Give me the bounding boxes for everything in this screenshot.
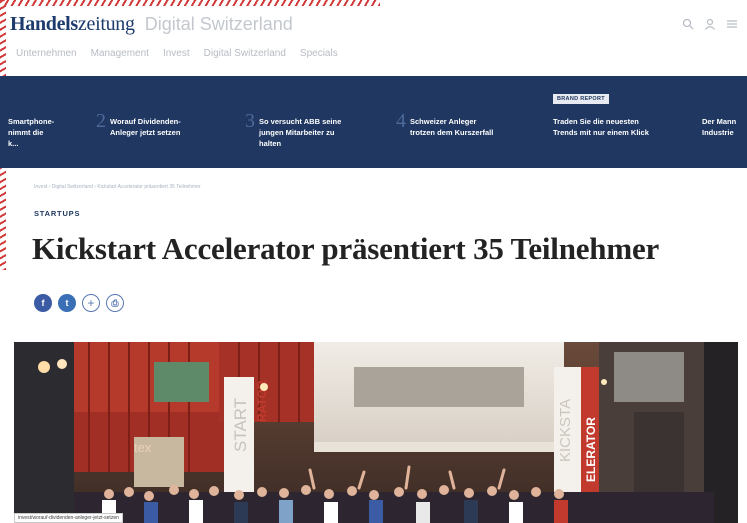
- banner-kicksta-text: KICKSTA: [557, 399, 574, 462]
- channel-title[interactable]: Digital Switzerland: [145, 14, 293, 35]
- container-tex-text: tex: [134, 440, 152, 455]
- print-button[interactable]: ⎙: [106, 294, 124, 312]
- print-icon: ⎙: [111, 297, 119, 308]
- brand-report-badge: BRAND REPORT: [553, 94, 609, 104]
- teaser-text: Der Mann Industrie: [702, 117, 737, 137]
- site-header: Handelszeitung Digital Switzerland: [10, 8, 745, 40]
- teaser-item[interactable]: 4 Schweizer Anleger trotzen dem Kurszerf…: [396, 110, 494, 138]
- header-icons: [681, 17, 745, 31]
- breadcrumb[interactable]: Invest › Digital Switzerland › Kickstart…: [34, 184, 201, 190]
- banner-start-text: START: [231, 398, 250, 452]
- more-share-button[interactable]: +: [82, 294, 100, 312]
- search-icon[interactable]: [681, 17, 695, 31]
- teaser-text: So versucht ABB seine jungen Mitarbeiter…: [259, 117, 342, 148]
- logo-bold: Handels: [10, 12, 78, 35]
- banner-elerator-text: ELERATOR: [584, 417, 598, 482]
- teaser-number: 4: [396, 110, 406, 132]
- main-nav: Unternehmen Management Invest Digital Sw…: [16, 48, 338, 59]
- teaser-bar: Smartphone- nimmt die k... 2 Worauf Divi…: [0, 76, 747, 168]
- hero-photo-illustration: START RATOR KICKSTA ELERATOR tex: [14, 342, 738, 523]
- teaser-number: 3: [245, 110, 255, 132]
- nav-item-specials[interactable]: Specials: [300, 48, 338, 59]
- menu-icon[interactable]: [725, 17, 739, 31]
- nav-item-management[interactable]: Management: [91, 48, 149, 59]
- teaser-item[interactable]: 3 So versucht ABB seine jungen Mitarbeit…: [245, 110, 342, 149]
- teaser-item[interactable]: Smartphone- nimmt die k...: [8, 116, 54, 149]
- teaser-text: Schweizer Anleger trotzen dem Kurszerfal…: [410, 117, 494, 137]
- status-bar-url: invest/worauf-dividenden-anleger-jetzt-s…: [14, 513, 123, 523]
- twitter-share-button[interactable]: t: [58, 294, 76, 312]
- frame-decoration-top: [0, 0, 380, 6]
- teaser-text: Traden Sie die neuesten Trends mit nur e…: [553, 117, 649, 137]
- article-kicker[interactable]: STARTUPS: [34, 209, 80, 218]
- nav-item-invest[interactable]: Invest: [163, 48, 190, 59]
- hero-image: START RATOR KICKSTA ELERATOR tex invest/…: [14, 342, 738, 523]
- teaser-text: Worauf Dividenden- Anleger jetzt setzen: [110, 117, 181, 137]
- teaser-text: Smartphone- nimmt die k...: [8, 117, 55, 148]
- teaser-item-partial[interactable]: Der Mann Industrie: [702, 116, 736, 138]
- article-headline: Kickstart Accelerator präsentiert 35 Tei…: [32, 231, 660, 266]
- facebook-icon: f: [41, 298, 45, 308]
- user-icon[interactable]: [703, 17, 717, 31]
- brand-report-item[interactable]: Traden Sie die neuesten Trends mit nur e…: [553, 116, 649, 138]
- twitter-icon: t: [65, 298, 69, 308]
- site-logo[interactable]: Handelszeitung: [10, 13, 135, 36]
- facebook-share-button[interactable]: f: [34, 294, 52, 312]
- nav-item-digital-switzerland[interactable]: Digital Switzerland: [204, 48, 286, 59]
- plus-icon: +: [87, 296, 95, 310]
- teaser-item[interactable]: 2 Worauf Dividenden- Anleger jetzt setze…: [96, 110, 181, 138]
- teaser-number: 2: [96, 110, 106, 132]
- share-bar: f t + ⎙: [34, 294, 124, 312]
- logo-rest: zeitung: [77, 12, 135, 35]
- nav-item-unternehmen[interactable]: Unternehmen: [16, 48, 77, 59]
